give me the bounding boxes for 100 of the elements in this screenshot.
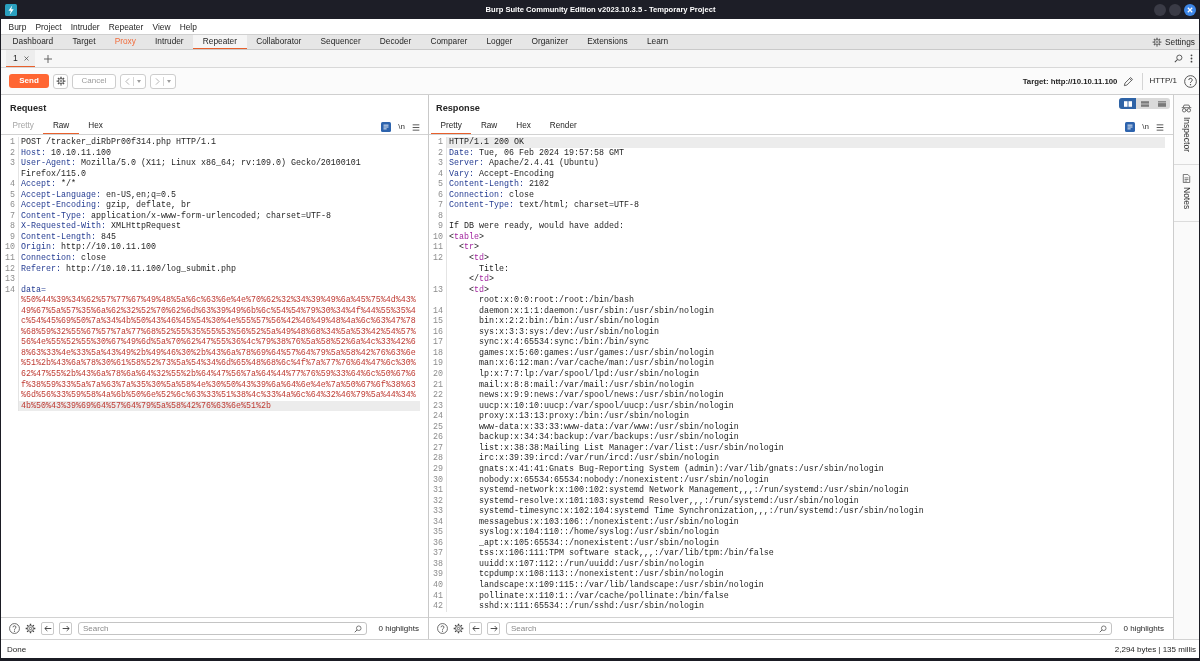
line-number: 11 — [5, 253, 15, 263]
newline-toggle[interactable]: \n — [398, 123, 405, 131]
settings-button[interactable]: Settings — [1148, 35, 1199, 49]
code-line: nobody:x:65534:65534:nobody:/nonexistent:/usr/sbin/nologin — [478, 474, 769, 485]
code-line: Server: Apache/2.4.41 (Ubuntu) — [449, 158, 599, 169]
code-line: daemon:x:1:1:daemon:/usr/sbin:/usr/sbin/nologin — [478, 305, 714, 316]
pencil-icon[interactable] — [1123, 75, 1135, 87]
line-number: 1 — [10, 137, 15, 147]
search-icon[interactable] — [1174, 54, 1183, 63]
code-line: Connection: close — [449, 189, 534, 200]
menu-item[interactable]: Intruder — [66, 21, 105, 32]
line-number: 32 — [433, 495, 443, 506]
close-icon[interactable] — [1184, 3, 1196, 16]
help-icon[interactable] — [1184, 74, 1197, 88]
menu-icon[interactable] — [1156, 123, 1164, 131]
notes-tab[interactable]: Notes — [1174, 164, 1199, 223]
menu-item[interactable]: Burp — [4, 21, 31, 32]
help-icon[interactable] — [9, 623, 20, 634]
line-number: 37 — [433, 548, 443, 559]
menu-item[interactable]: Help — [175, 21, 202, 32]
code-line: gnats:x:41:41:Gnats Bug-Reporting System (admin):/var/lib/gnats:/usr/sbin/nologin — [478, 463, 884, 475]
code-line: Host: 10.10.11.100 — [21, 147, 111, 158]
arrow-right-icon — [61, 625, 70, 632]
session-tab[interactable]: 1 — [6, 50, 35, 67]
search-field[interactable]: Search — [506, 622, 1112, 635]
code-line: uuidd:x:107:112::/run/uuidd:/usr/sbin/nologin — [478, 558, 704, 569]
line-number: 7 — [10, 210, 15, 221]
protocol-button[interactable]: HTTP/1 — [1149, 77, 1177, 85]
menu-icon[interactable] — [412, 123, 420, 131]
code-line: %50%44%39%34%62%57%77%67%49%48%5a%6c%63%6e%4e%70%62%32%34%39%49%6a%45%75%4d%43% — [21, 295, 416, 306]
menu-item[interactable]: Repeater — [104, 21, 148, 32]
tool-tab[interactable]: Collaborator — [246, 35, 311, 49]
menu-item[interactable]: View — [147, 21, 176, 32]
previous-button[interactable] — [469, 622, 482, 635]
line-number: 22 — [433, 390, 443, 401]
code-line: sshd:x:111:65534::/run/sshd:/usr/sbin/nologin — [478, 601, 704, 612]
gear-icon[interactable] — [25, 623, 36, 634]
tool-tab[interactable]: Dashboard — [3, 35, 63, 49]
view-tab[interactable]: Raw — [471, 120, 507, 134]
code-line: Accept: */* — [21, 179, 76, 190]
line-number: 9 — [10, 231, 15, 242]
plus-icon[interactable] — [43, 54, 52, 63]
code-line: systemd-network:x:100:102:systemd Network Management,,,:/run/systemd:/usr/sbin/nologin — [478, 485, 909, 496]
previous-button[interactable] — [41, 622, 54, 635]
tabs-layout-icon — [1157, 100, 1166, 107]
caret-down-icon — [167, 79, 171, 83]
gear-icon[interactable] — [453, 623, 464, 634]
tool-tab[interactable]: Extensions — [577, 35, 638, 49]
tool-tab[interactable]: Sequencer — [310, 35, 371, 49]
line-number: 2 — [438, 147, 443, 158]
layout-toggle[interactable] — [1119, 98, 1136, 109]
view-tab[interactable]: Pretty — [431, 120, 472, 134]
code-line: </td> — [468, 274, 494, 285]
glasses-icon — [1181, 104, 1192, 113]
tool-tab[interactable]: Learn — [637, 35, 678, 49]
text-lines-icon[interactable] — [381, 122, 392, 132]
next-button[interactable] — [59, 622, 72, 635]
code-line: 56%4e%55%52%55%30%67%49%6d%5a%70%62%47%55%36%4c%79%38%76%5a%58%52%6a%4c%33%42%6 — [21, 337, 416, 348]
tool-tab[interactable]: Repeater — [193, 35, 247, 49]
line-number: 8 — [10, 221, 15, 232]
line-number: 42 — [433, 601, 443, 612]
text-lines-icon[interactable] — [1125, 122, 1136, 132]
tool-tab[interactable]: Logger — [476, 35, 522, 49]
help-icon[interactable] — [437, 623, 448, 634]
more-icon[interactable] — [1190, 54, 1193, 63]
next-button[interactable] — [487, 622, 500, 635]
code-line: %68%59%32%55%67%57%7a%77%68%52%55%35%55%53%56%52%5a%49%48%68%34%5a%53%42%54%57% — [21, 326, 416, 337]
code-line: c%54%45%69%50%7a%34%4b%50%43%46%45%54%30%4e%55%57%56%42%46%49%48%4a%6c%63%47%78 — [21, 316, 416, 327]
line-number: 14 — [5, 284, 15, 295]
settings-button[interactable] — [53, 73, 68, 89]
search-field[interactable]: Search — [78, 622, 367, 635]
tool-tab[interactable]: Comparer — [420, 35, 477, 49]
code-line: bin:x:2:2:bin:/bin:/usr/sbin/nologin — [478, 316, 659, 327]
code-line: %51%2b%43%6a%78%30%61%58%52%73%5a%54%34%6d%65%48%68%6c%4f%7a%77%76%64%47%6c%30% — [21, 358, 416, 369]
menu-item[interactable]: Project — [30, 21, 67, 32]
line-number: 5 — [10, 189, 15, 200]
line-number: 19 — [433, 358, 443, 369]
view-tab[interactable]: Raw — [43, 120, 79, 134]
view-tab[interactable]: Hex — [78, 120, 113, 134]
line-number: 17 — [433, 337, 443, 348]
tool-tab[interactable]: Decoder — [370, 35, 421, 49]
tool-tab[interactable]: Organizer — [521, 35, 578, 49]
code-line: 8%63%33%4e%33%5a%43%49%2b%49%46%30%2b%43%6a%78%69%64%57%64%79%5a%58%42%76%63%6e — [21, 347, 416, 358]
view-tab[interactable]: Render — [540, 120, 587, 134]
panel-title: Request — [10, 102, 47, 113]
line-number: 35 — [433, 527, 443, 538]
tool-tab[interactable]: Target — [62, 35, 106, 49]
line-number: 25 — [433, 421, 443, 432]
code-line: X-Requested-With: XMLHttpRequest — [21, 221, 181, 232]
tool-tab[interactable]: Intruder — [145, 35, 194, 49]
inspector-tab[interactable]: Inspector — [1174, 95, 1199, 165]
code-line: Content-Type: text/html; charset=UTF-8 — [449, 200, 639, 211]
view-tab[interactable]: Hex — [506, 120, 541, 134]
gear-icon — [55, 76, 66, 86]
code-line: news:x:9:9:news:/var/spool/news:/usr/sbin/nologin — [478, 390, 724, 401]
newline-toggle[interactable]: \n — [1142, 123, 1149, 131]
arrow-right-icon — [489, 625, 498, 632]
code-line: tcpdump:x:108:113::/nonexistent:/usr/sbin/nologin — [478, 569, 724, 580]
line-number: 27 — [433, 442, 443, 453]
line-number: 39 — [433, 569, 443, 580]
